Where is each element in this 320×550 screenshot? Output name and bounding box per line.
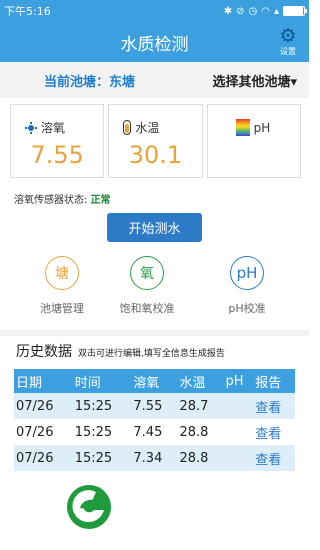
mute-icon: ⊘ xyxy=(236,5,245,17)
cell-time: 15:25 xyxy=(72,393,132,419)
thermometer-icon xyxy=(123,120,132,135)
cell-ph xyxy=(224,419,254,445)
settings-label: 设置 xyxy=(280,47,296,56)
cell-date: 07/26 xyxy=(16,424,54,440)
pond-management-button[interactable]: 塘 池塘管理 xyxy=(22,256,102,316)
ph-scale-icon xyxy=(235,119,250,136)
cell-temperature: 28.7 xyxy=(177,393,224,419)
app-logo xyxy=(67,485,111,529)
col-oxygen: 溶氧 xyxy=(131,369,178,393)
alarm-icon: ◷ xyxy=(248,5,258,17)
view-report-link[interactable]: 查看 xyxy=(253,445,295,471)
ph-label: pH xyxy=(253,120,271,135)
start-test-button[interactable]: 开始测水 xyxy=(107,213,202,242)
oxygen-calibration-label: 饱和氧校准 xyxy=(119,302,175,315)
title-bar: 水质检测 ⚙ 设置 xyxy=(0,22,309,62)
sensor-status-value: 正常 xyxy=(90,195,111,206)
temperature-value: 30.1 xyxy=(128,141,183,169)
oxygen-calibration-button[interactable]: 氧 饱和氧校准 xyxy=(107,256,187,316)
cell-date: 07/26 xyxy=(14,393,73,419)
settings-button[interactable]: ⚙ 设置 xyxy=(273,25,303,57)
pond-icon: 塘 xyxy=(45,256,79,290)
ph-calibration-button[interactable]: pH pH校准 xyxy=(207,256,287,316)
sensor-status: 溶氧传感器状态: 正常 xyxy=(14,191,111,206)
history-table: 日期 时间 溶氧 水温 pH 报告 07/26 15:25 7.55 28.7 … xyxy=(14,369,295,471)
cell-oxygen: 7.55 xyxy=(131,393,178,419)
col-time: 时间 xyxy=(72,369,132,393)
section-divider xyxy=(0,330,309,336)
oxygen-glyph-icon: 氧 xyxy=(130,256,164,290)
pond-bar: 当前池塘：东塘 选择其他池塘▾ xyxy=(0,62,309,98)
status-time: 下午5:16 xyxy=(4,5,51,18)
col-report: 报告 xyxy=(253,369,295,393)
cell-time: 15:25 xyxy=(74,424,113,440)
history-hint: 双击可进行编辑,填写全信息生成报告 xyxy=(78,349,225,359)
col-temperature: 水温 xyxy=(177,369,224,393)
battery-icon xyxy=(283,6,307,16)
ph-glyph-icon: pH xyxy=(230,256,264,290)
cell-temperature: 28.8 xyxy=(177,445,224,471)
cell-oxygen: 7.45 xyxy=(133,424,163,440)
table-row[interactable]: 07/26 15:25 7.45 28.8 查看 xyxy=(14,419,295,445)
select-pond-button[interactable]: 选择其他池塘▾ xyxy=(212,71,297,90)
bluetooth-icon: ✱ xyxy=(223,5,233,17)
cell-date: 07/26 xyxy=(14,445,73,471)
wifi-icon: ◠ xyxy=(261,5,270,17)
reading-cards: 溶氧 7.55 水温 30.1 pH xyxy=(10,104,301,178)
cell-ph xyxy=(223,445,254,471)
oxygen-card[interactable]: 溶氧 7.55 xyxy=(10,104,105,178)
oxygen-icon xyxy=(25,121,37,134)
signal-icon: ▴ xyxy=(273,5,279,17)
current-pond: 当前池塘：东塘 xyxy=(44,74,136,90)
ph-calibration-label: pH校准 xyxy=(228,302,266,315)
view-report-link[interactable]: 查看 xyxy=(253,419,295,445)
sensor-label: 溶氧传感器状态: xyxy=(14,195,88,206)
view-report-link[interactable]: 查看 xyxy=(253,393,295,419)
temperature-label: 水温 xyxy=(135,121,160,135)
cell-ph xyxy=(223,393,254,419)
cell-temperature: 28.8 xyxy=(179,424,209,440)
oxygen-value: 7.55 xyxy=(30,141,84,169)
status-icons: ✱ ⊘ ◷ ◠ ▴ xyxy=(223,5,307,17)
oxygen-label: 溶氧 xyxy=(41,121,66,135)
gear-icon: ⚙ xyxy=(279,25,297,47)
table-row[interactable]: 07/26 15:25 7.55 28.7 查看 xyxy=(14,393,295,419)
temperature-card[interactable]: 水温 30.1 xyxy=(108,104,203,178)
page-title: 水质检测 xyxy=(120,34,189,55)
col-ph: pH xyxy=(223,369,254,393)
cell-time: 15:25 xyxy=(72,445,132,471)
table-row[interactable]: 07/26 15:25 7.34 28.8 查看 xyxy=(14,445,295,471)
status-bar: 下午5:16 ✱ ⊘ ◷ ◠ ▴ xyxy=(0,0,309,22)
table-header-row: 日期 时间 溶氧 水温 pH 报告 xyxy=(14,369,295,393)
col-date: 日期 xyxy=(14,369,73,393)
history-header: 历史数据 双击可进行编辑,填写全信息生成报告 xyxy=(16,341,225,361)
ph-card[interactable]: pH xyxy=(206,104,301,178)
history-title: 历史数据 xyxy=(16,344,72,360)
pond-management-label: 池塘管理 xyxy=(40,302,84,315)
cell-oxygen: 7.34 xyxy=(131,445,178,471)
